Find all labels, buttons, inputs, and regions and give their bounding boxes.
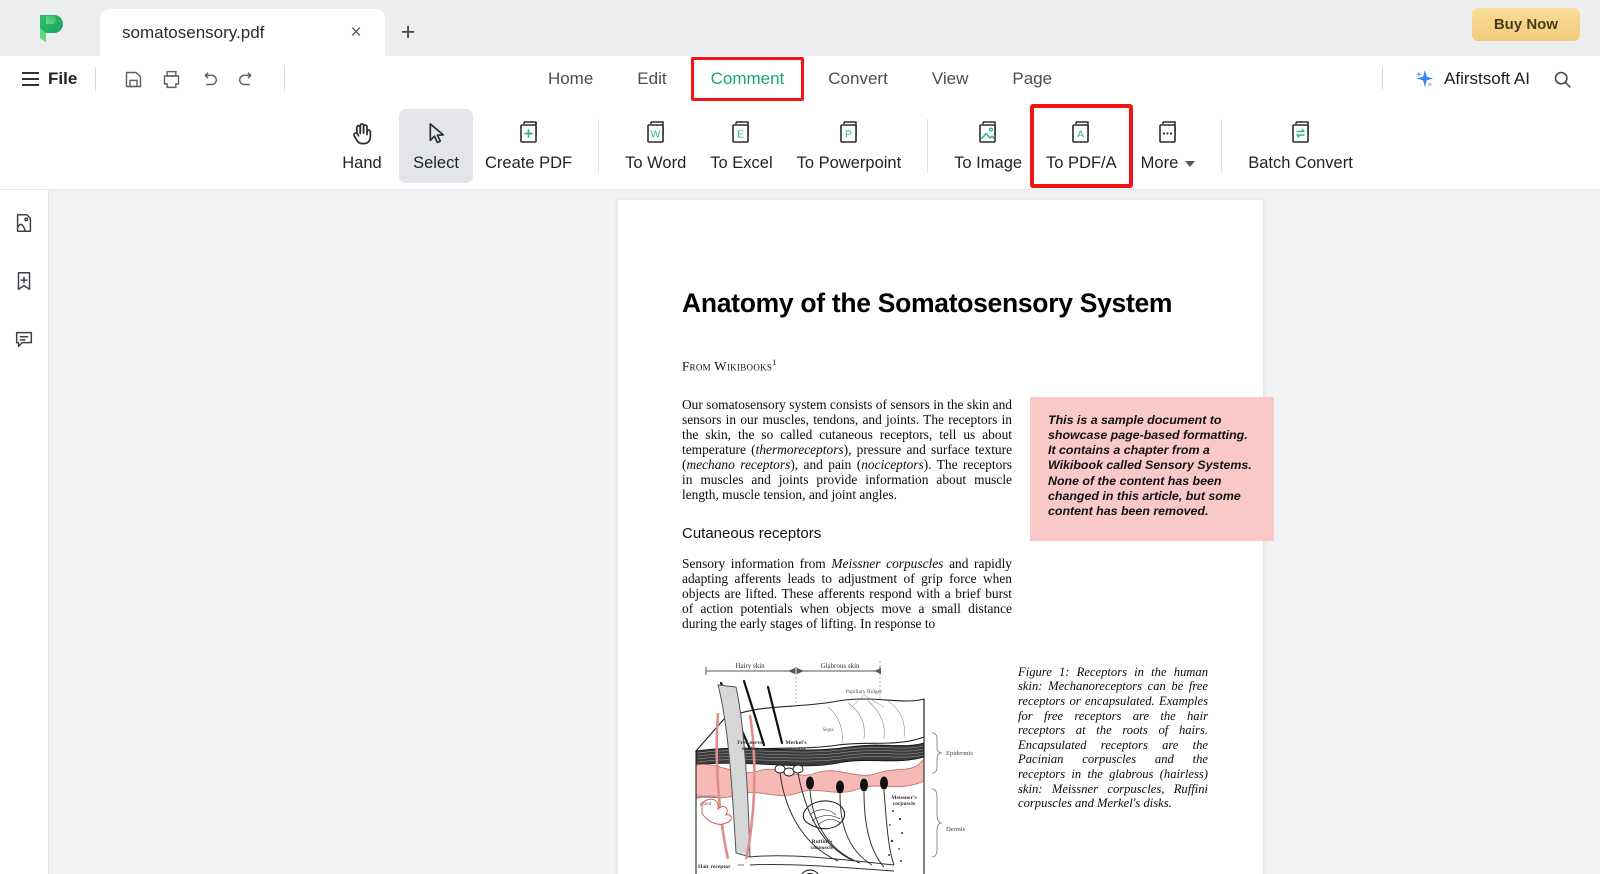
figure-caption: Figure 1: Receptors in the human skin: M… xyxy=(1018,664,1208,811)
more-icon xyxy=(1154,119,1182,147)
select-tool-label: Select xyxy=(413,153,459,172)
document-tab[interactable]: somatosensory.pdf × xyxy=(100,9,385,56)
to-word-icon: W xyxy=(642,119,670,147)
divider xyxy=(1382,67,1384,91)
tab-edit[interactable]: Edit xyxy=(615,63,688,95)
intro-paragraph: Our somatosensory system consists of sen… xyxy=(682,396,1013,502)
pdf-page: Anatomy of the Somatosensory System From… xyxy=(618,200,1274,874)
afirstsoft-ai-button[interactable]: Afirstsoft AI xyxy=(1401,64,1542,94)
create-pdf-icon xyxy=(515,119,543,147)
new-tab-icon[interactable]: + xyxy=(385,9,431,56)
to-excel-label: To Excel xyxy=(710,154,773,172)
to-excel-icon: E xyxy=(727,119,755,147)
afirstsoft-ai-label: Afirstsoft AI xyxy=(1444,69,1530,88)
to-word-label: To Word xyxy=(625,154,687,172)
content-columns: Our somatosensory system consists of sen… xyxy=(682,396,1274,874)
svg-text:P: P xyxy=(845,129,852,141)
save-icon[interactable] xyxy=(114,60,152,98)
app-logo-wrap xyxy=(0,0,100,56)
svg-text:E: E xyxy=(737,129,744,141)
title-bar: somatosensory.pdf × + Buy Now xyxy=(0,0,1600,56)
hand-tool-label: Hand xyxy=(342,153,382,172)
tab-convert[interactable]: Convert xyxy=(806,63,910,95)
divider xyxy=(598,119,600,173)
svg-text:Septa: Septa xyxy=(822,728,834,733)
tab-comment[interactable]: Comment xyxy=(689,57,807,101)
redo-icon[interactable] xyxy=(228,60,266,98)
thumbnails-panel-icon[interactable] xyxy=(7,206,41,240)
to-powerpoint-button[interactable]: P To Powerpoint xyxy=(785,109,914,183)
more-convert-button[interactable]: More xyxy=(1129,109,1208,183)
svg-text:receptor: receptor xyxy=(786,746,807,752)
sparkle-icon xyxy=(1413,68,1435,90)
afirstsoft-logo-icon xyxy=(37,14,64,43)
skin-anatomy-diagram: Hairy skin Glabrous skin Papillary Ridge… xyxy=(688,653,984,874)
svg-text:corpuscle: corpuscle xyxy=(893,801,916,807)
sample-document-callout: This is a sample document to showcase pa… xyxy=(1030,396,1274,542)
document-source: From Wikibooks1 xyxy=(682,357,777,374)
tab-title: somatosensory.pdf xyxy=(122,22,265,42)
to-pdfa-button[interactable]: A To PDF/A xyxy=(1030,104,1133,188)
divider xyxy=(927,119,929,173)
svg-text:Hair receptor: Hair receptor xyxy=(698,864,731,870)
to-excel-button[interactable]: E To Excel xyxy=(698,109,784,183)
to-pdfa-icon: A xyxy=(1067,119,1095,147)
document-title: Anatomy of the Somatosensory System xyxy=(682,288,1173,318)
bookmarks-panel-icon[interactable] xyxy=(7,264,41,298)
hand-icon xyxy=(349,120,376,147)
svg-text:Epidermis: Epidermis xyxy=(946,750,973,757)
svg-text:A: A xyxy=(1077,129,1084,141)
file-menu-label: File xyxy=(48,69,78,88)
batch-convert-button[interactable]: Batch Convert xyxy=(1236,109,1365,183)
to-image-icon xyxy=(974,119,1002,147)
svg-text:ending: ending xyxy=(742,746,758,752)
chevron-down-icon xyxy=(1185,160,1196,167)
file-menu-button[interactable]: File xyxy=(22,69,77,89)
svg-text:Sebaceous: Sebaceous xyxy=(696,795,717,800)
create-pdf-label: Create PDF xyxy=(485,154,573,172)
create-pdf-button[interactable]: Create PDF xyxy=(473,109,584,183)
close-icon[interactable]: × xyxy=(343,20,369,46)
to-image-button[interactable]: To Image xyxy=(942,109,1034,183)
undo-icon[interactable] xyxy=(190,60,228,98)
batch-convert-label: Batch Convert xyxy=(1248,154,1353,172)
to-pdfa-label: To PDF/A xyxy=(1046,154,1117,172)
document-viewer[interactable]: Anatomy of the Somatosensory System From… xyxy=(49,190,1600,874)
svg-text:gland: gland xyxy=(700,802,712,807)
to-word-button[interactable]: W To Word xyxy=(613,109,698,183)
pdf-editor-window: somatosensory.pdf × + Buy Now File Home … xyxy=(0,0,1600,874)
hand-tool-button[interactable]: Hand xyxy=(325,109,399,183)
tab-page[interactable]: Page xyxy=(990,63,1074,95)
tab-view[interactable]: View xyxy=(910,63,991,95)
left-sidebar xyxy=(0,190,49,874)
to-powerpoint-label: To Powerpoint xyxy=(796,154,902,172)
document-content: Anatomy of the Somatosensory System From… xyxy=(682,288,1274,874)
buy-now-button[interactable]: Buy Now xyxy=(1471,8,1580,41)
comments-panel-icon[interactable] xyxy=(7,322,41,356)
more-convert-label: More xyxy=(1141,154,1196,173)
batch-convert-icon xyxy=(1287,119,1315,147)
search-icon[interactable] xyxy=(1542,59,1582,99)
svg-text:Dermis: Dermis xyxy=(946,826,966,833)
to-image-label: To Image xyxy=(954,154,1023,172)
divider xyxy=(1221,119,1223,173)
menu-bar: File Home Edit Comment Convert View Page… xyxy=(0,56,1600,102)
menu-right-tools: Afirstsoft AI xyxy=(1364,56,1582,102)
divider xyxy=(284,67,286,91)
svg-text:Hairy skin: Hairy skin xyxy=(735,662,765,670)
svg-text:Papillary Ridges: Papillary Ridges xyxy=(846,689,883,695)
tab-home[interactable]: Home xyxy=(526,63,615,95)
svg-text:Glabrous skin: Glabrous skin xyxy=(820,662,860,670)
section-paragraph: Sensory information from Meissner corpus… xyxy=(682,555,1012,631)
hamburger-icon xyxy=(22,72,39,86)
select-tool-button[interactable]: Select xyxy=(399,109,473,183)
divider xyxy=(95,67,97,91)
to-powerpoint-icon: P xyxy=(835,119,863,147)
print-icon[interactable] xyxy=(152,60,190,98)
svg-text:W: W xyxy=(650,129,660,141)
cursor-arrow-icon xyxy=(423,120,450,147)
ribbon-toolbar: Hand Select Create PDF W To Word E To Ex… xyxy=(0,102,1600,190)
